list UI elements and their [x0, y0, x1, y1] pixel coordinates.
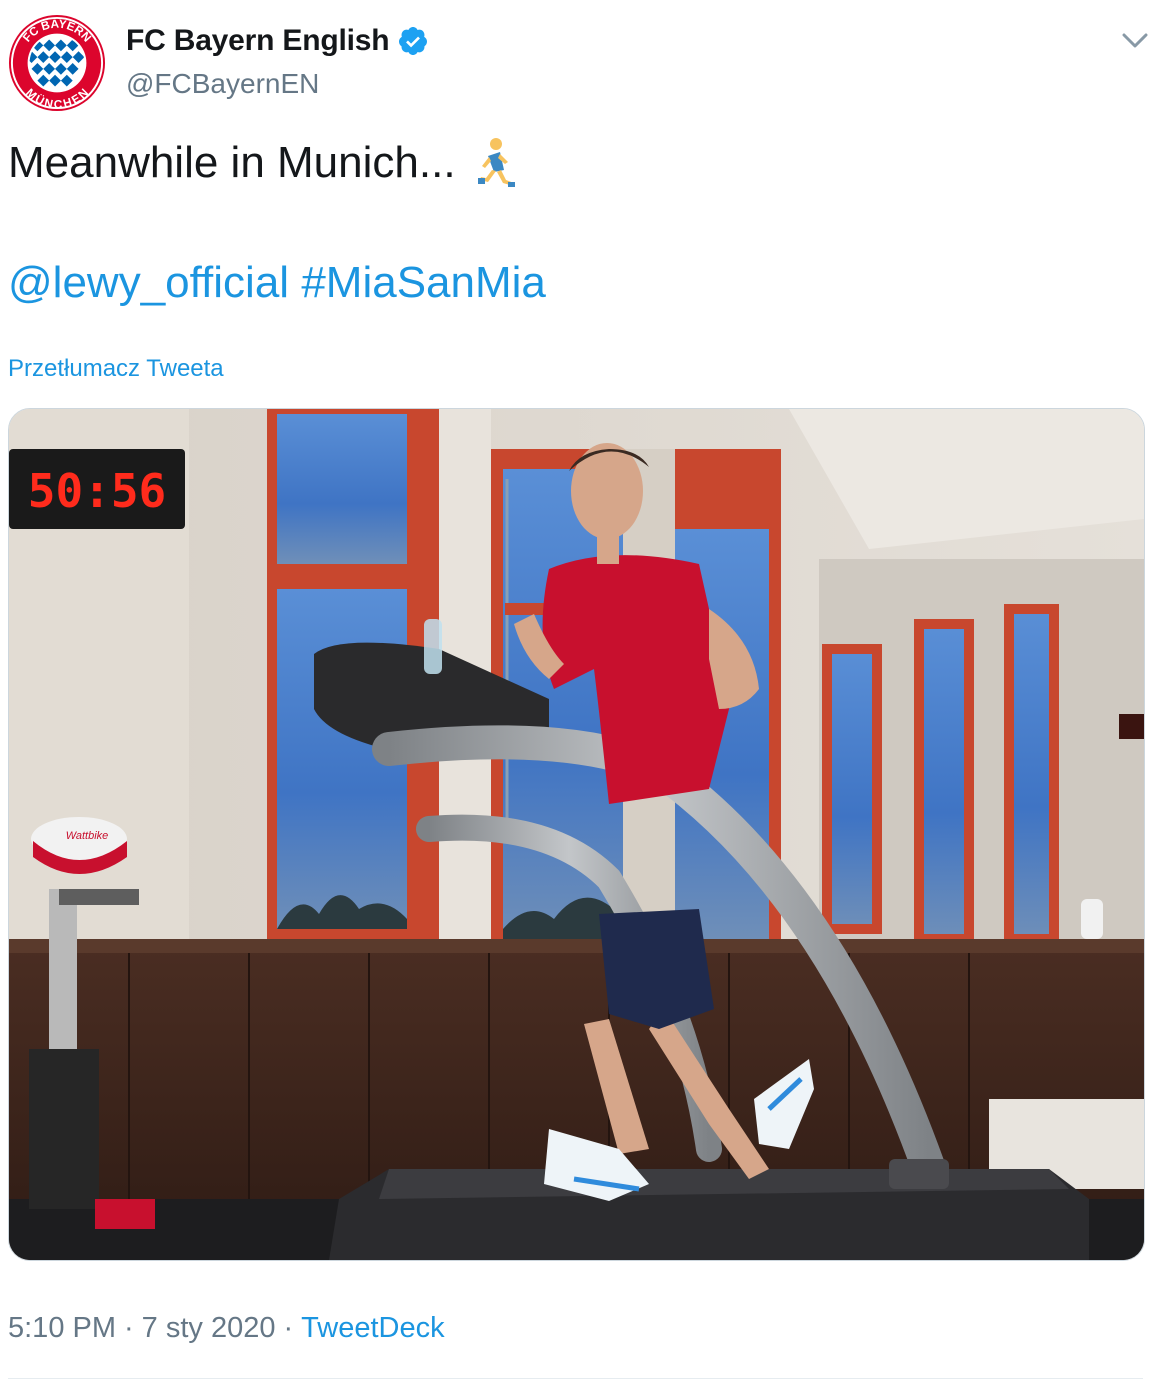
- tweet-links: @lewy_official #MiaSanMia: [8, 258, 546, 308]
- verified-badge-icon: [399, 27, 428, 55]
- tweet-body: Meanwhile in Munich...: [8, 138, 456, 187]
- hashtag-link[interactable]: #MiaSanMia: [301, 258, 546, 307]
- tweet-source-link[interactable]: TweetDeck: [301, 1312, 444, 1345]
- display-name[interactable]: FC Bayern English: [126, 24, 390, 58]
- tweet-header: FC BAYERN MÜNCHEN FC Bayern English @FCB…: [8, 14, 1168, 114]
- clock-display: 50:56: [28, 464, 166, 518]
- meta-separator: ·: [124, 1312, 134, 1344]
- user-handle[interactable]: @FCBayernEN: [126, 68, 319, 100]
- chevron-down-icon[interactable]: [1120, 30, 1150, 52]
- treadmill-photo-illustration: 50:56 Wattbike: [9, 409, 1144, 1260]
- bike-brand-label: Wattbike: [66, 830, 109, 842]
- bayern-logo-avatar[interactable]: FC BAYERN MÜNCHEN: [8, 14, 106, 112]
- tweet-photo[interactable]: 50:56 Wattbike: [8, 408, 1145, 1261]
- name-row: FC Bayern English: [126, 24, 429, 58]
- person-running-icon: [477, 138, 515, 187]
- divider: [8, 1378, 1143, 1379]
- mention-link[interactable]: @lewy_official: [8, 258, 289, 307]
- tweet-text: Meanwhile in Munich...: [8, 136, 516, 190]
- translate-tweet-link[interactable]: Przetłumacz Tweeta: [8, 355, 224, 383]
- meta-separator: ·: [283, 1312, 294, 1344]
- tweet-time[interactable]: 5:10 PM: [8, 1312, 116, 1345]
- tweet-metadata: 5:10 PM · 7 sty 2020 · TweetDeck: [8, 1312, 445, 1345]
- tweet-date[interactable]: 7 sty 2020: [142, 1312, 276, 1345]
- wall-clock: 50:56: [9, 449, 185, 529]
